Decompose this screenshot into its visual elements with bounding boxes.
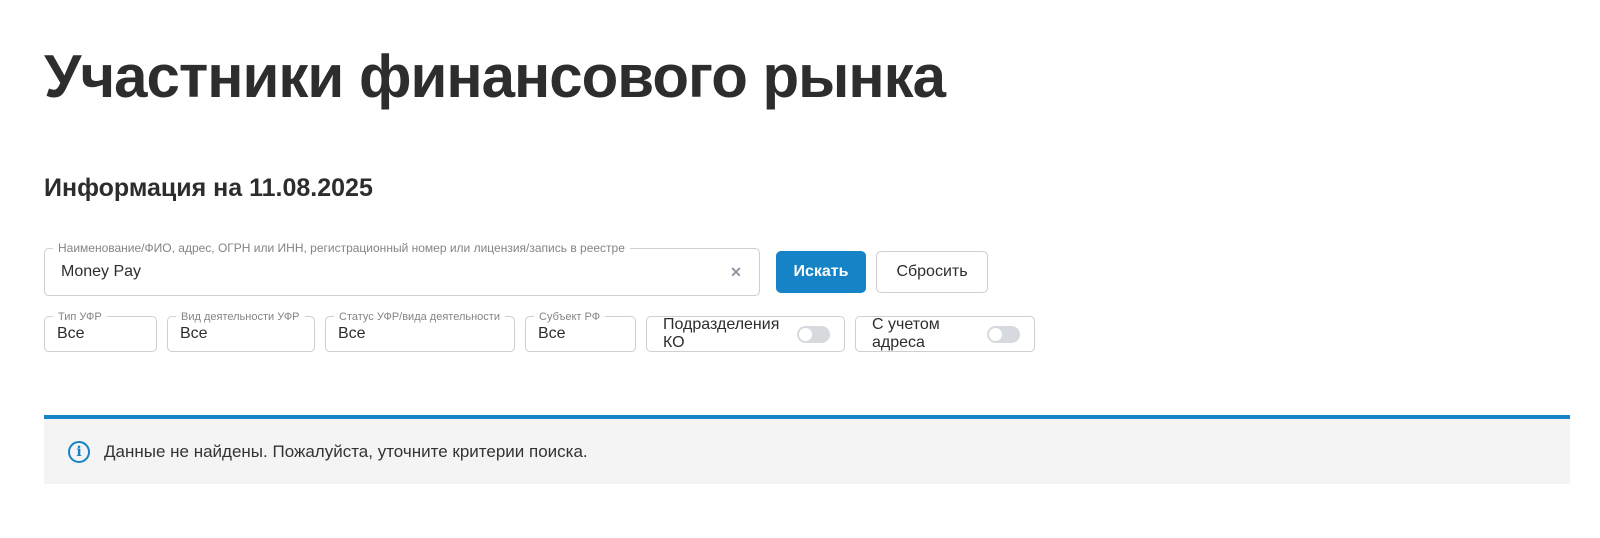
- filter-status-value: Все: [338, 325, 366, 342]
- main-content: Участники финансового рынка Информация н…: [44, 44, 1570, 484]
- filter-activity-kind[interactable]: Вид деятельности УФР Все: [167, 310, 315, 352]
- search-field: Наименование/ФИО, адрес, ОГРН или ИНН, р…: [44, 241, 760, 296]
- reset-button[interactable]: Сбросить: [876, 251, 988, 293]
- toggle-with-address[interactable]: С учетом адреса: [855, 316, 1035, 352]
- filter-row: Тип УФР Все Вид деятельности УФР Все Ста…: [44, 310, 1570, 352]
- toggle-with-address-switch[interactable]: [987, 325, 1020, 343]
- filter-activity-kind-value: Все: [180, 325, 208, 342]
- filter-ufr-type[interactable]: Тип УФР Все: [44, 310, 157, 352]
- toggle-ko-branches-switch[interactable]: [797, 325, 830, 343]
- toggle-with-address-label: С учетом адреса: [872, 316, 940, 351]
- filter-ufr-type-value: Все: [57, 325, 85, 342]
- info-date-heading: Информация на 11.08.2025: [44, 174, 373, 202]
- search-input[interactable]: [45, 249, 721, 295]
- toggle-knob: [799, 327, 812, 341]
- toggle-ko-branches-label: Подразделения КО: [663, 316, 780, 351]
- clear-search-icon[interactable]: ✕: [721, 257, 751, 287]
- search-field-label: Наименование/ФИО, адрес, ОГРН или ИНН, р…: [53, 241, 630, 255]
- filter-status-label: Статус УФР/вида деятельности: [334, 310, 505, 324]
- page-title: Участники финансового рынка: [44, 43, 946, 110]
- filter-region-label: Субъект РФ: [534, 310, 606, 324]
- filter-ufr-type-label: Тип УФР: [53, 310, 107, 324]
- filter-region[interactable]: Субъект РФ Все: [525, 310, 636, 352]
- search-button[interactable]: Искать: [776, 251, 866, 293]
- no-data-message: Данные не найдены. Пожалуйста, уточните …: [104, 441, 588, 461]
- search-row: Наименование/ФИО, адрес, ОГРН или ИНН, р…: [44, 241, 1570, 296]
- filter-region-value: Все: [538, 325, 566, 342]
- filter-status[interactable]: Статус УФР/вида деятельности Все: [325, 310, 515, 352]
- toggle-knob: [989, 327, 1002, 341]
- results-info-banner: i Данные не найдены. Пожалуйста, уточнит…: [44, 415, 1570, 484]
- info-icon: i: [68, 440, 90, 463]
- toggle-ko-branches[interactable]: Подразделения КО: [646, 316, 845, 352]
- filter-activity-kind-label: Вид деятельности УФР: [176, 310, 305, 324]
